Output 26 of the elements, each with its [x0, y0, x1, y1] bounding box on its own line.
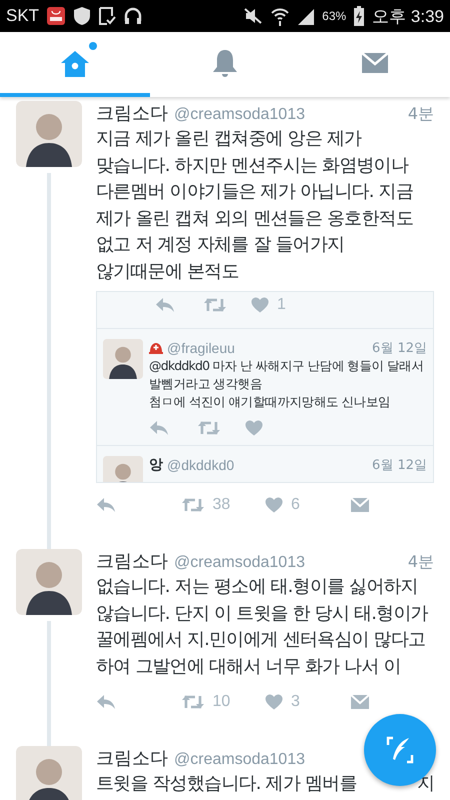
- tweet-text: 없습니다. 저는 평소에 태.형이를 싫어하지 않습니다. 단지 이 트윗을 한 당시 태.형이가 꿀에펨에서 지.민이에게 센터욕심이 많다고 하여 그발언에 대해서 너무 화가 나서 이: [96, 575, 429, 678]
- retweet-count: 38: [212, 496, 230, 514]
- like-count: 1: [277, 296, 286, 314]
- quoted-conversation[interactable]: 1 @fragileuu 6월 12일 @dkddkd0 마자 난 싸해지구 난담에 형들이 달래서 발뻼거라고 생각햇음 첨ㅁ에 석진이 얘기할때까지망해도 신나보임 앙 @dkddkd0 6월 12일: [96, 291, 434, 483]
- tweet-text: 지금 제가 올린 캡쳐중에 앙은 제가 맞습니다. 하지만 멘션주시는 화염병이나 다른멤버 이야기들은 제가 아닙니다. 지금 제가 올린 캡쳐 외의 멘션들은 옹호한적도 없고 저 계정 자체를 잘 들어가지 않기때문에 본적도: [96, 127, 414, 284]
- clock: 오후 3:39: [372, 6, 444, 28]
- user-name: 크림소다: [96, 102, 168, 125]
- carrier-label: SKT: [6, 6, 40, 26]
- user-handle: @dkddkd0: [167, 457, 234, 473]
- like-count: 6: [291, 496, 300, 514]
- user-name: 크림소다: [96, 747, 168, 770]
- battery-percent: 63%: [322, 9, 346, 23]
- timestamp: 6월 12일: [372, 340, 427, 357]
- user-handle: @creamsoda1013: [174, 554, 305, 572]
- timestamp: 6월 12일: [372, 457, 427, 474]
- user-handle: @creamsoda1013: [174, 106, 305, 124]
- user-name: 크림소다: [96, 550, 168, 573]
- like-count: 3: [291, 693, 300, 711]
- tweet-text: 트윗을 작성했습니다. 제가 멤버를: [96, 772, 356, 796]
- timestamp: 4분: [408, 552, 434, 573]
- retweet-count: 10: [212, 693, 230, 711]
- user-name: 앙: [149, 456, 163, 474]
- user-handle: @creamsoda1013: [174, 751, 305, 769]
- user-handle: @fragileuu: [167, 340, 235, 356]
- reply-text: @dkddkd0 마자 난 싸해지구 난담에 형들이 달래서 발뻼거라고 생각햇음 첨ㅁ에 석진이 얘기할때까지망해도 신나보임: [149, 357, 425, 411]
- timestamp: 4분: [408, 104, 434, 125]
